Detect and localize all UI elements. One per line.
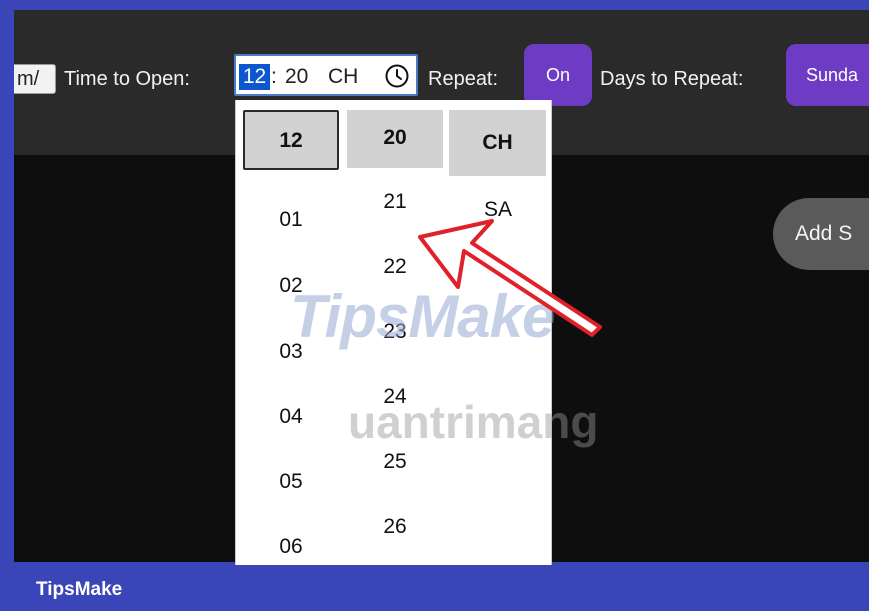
footer-brand: TipsMake xyxy=(36,579,123,600)
add-schedule-button[interactable]: Add S xyxy=(773,198,869,270)
hour-option[interactable]: 04 xyxy=(256,405,326,429)
hour-segment[interactable]: 12 xyxy=(239,64,270,90)
repeat-toggle-button[interactable]: On xyxy=(524,44,592,106)
hour-option[interactable]: 06 xyxy=(256,535,326,559)
minute-segment[interactable]: 20 xyxy=(285,64,308,90)
repeat-label: Repeat: xyxy=(428,68,499,90)
selected-hour-cell[interactable]: 12 xyxy=(243,110,339,170)
minute-option[interactable]: 25 xyxy=(360,450,430,474)
quantrimang-watermark: uantrimang xyxy=(348,396,599,448)
hour-option[interactable]: 01 xyxy=(256,208,326,232)
hour-option[interactable]: 05 xyxy=(256,470,326,494)
time-to-open-label: Time to Open: xyxy=(64,68,190,90)
url-field-fragment[interactable]: m/ xyxy=(14,64,56,94)
period-segment[interactable]: CH xyxy=(328,64,358,90)
days-to-repeat-button[interactable]: Sunda xyxy=(786,44,869,106)
red-arrow-annotation xyxy=(418,219,602,337)
time-separator: : xyxy=(271,65,277,88)
selected-minute-cell[interactable]: 20 xyxy=(347,110,443,168)
clock-icon[interactable] xyxy=(384,63,410,89)
selected-period-cell[interactable]: CH xyxy=(449,110,546,176)
days-to-repeat-label: Days to Repeat: xyxy=(600,68,744,90)
time-to-open-input[interactable]: 12 : 20 CH xyxy=(234,54,418,96)
minute-option[interactable]: 21 xyxy=(360,190,430,214)
minute-option[interactable]: 26 xyxy=(360,515,430,539)
